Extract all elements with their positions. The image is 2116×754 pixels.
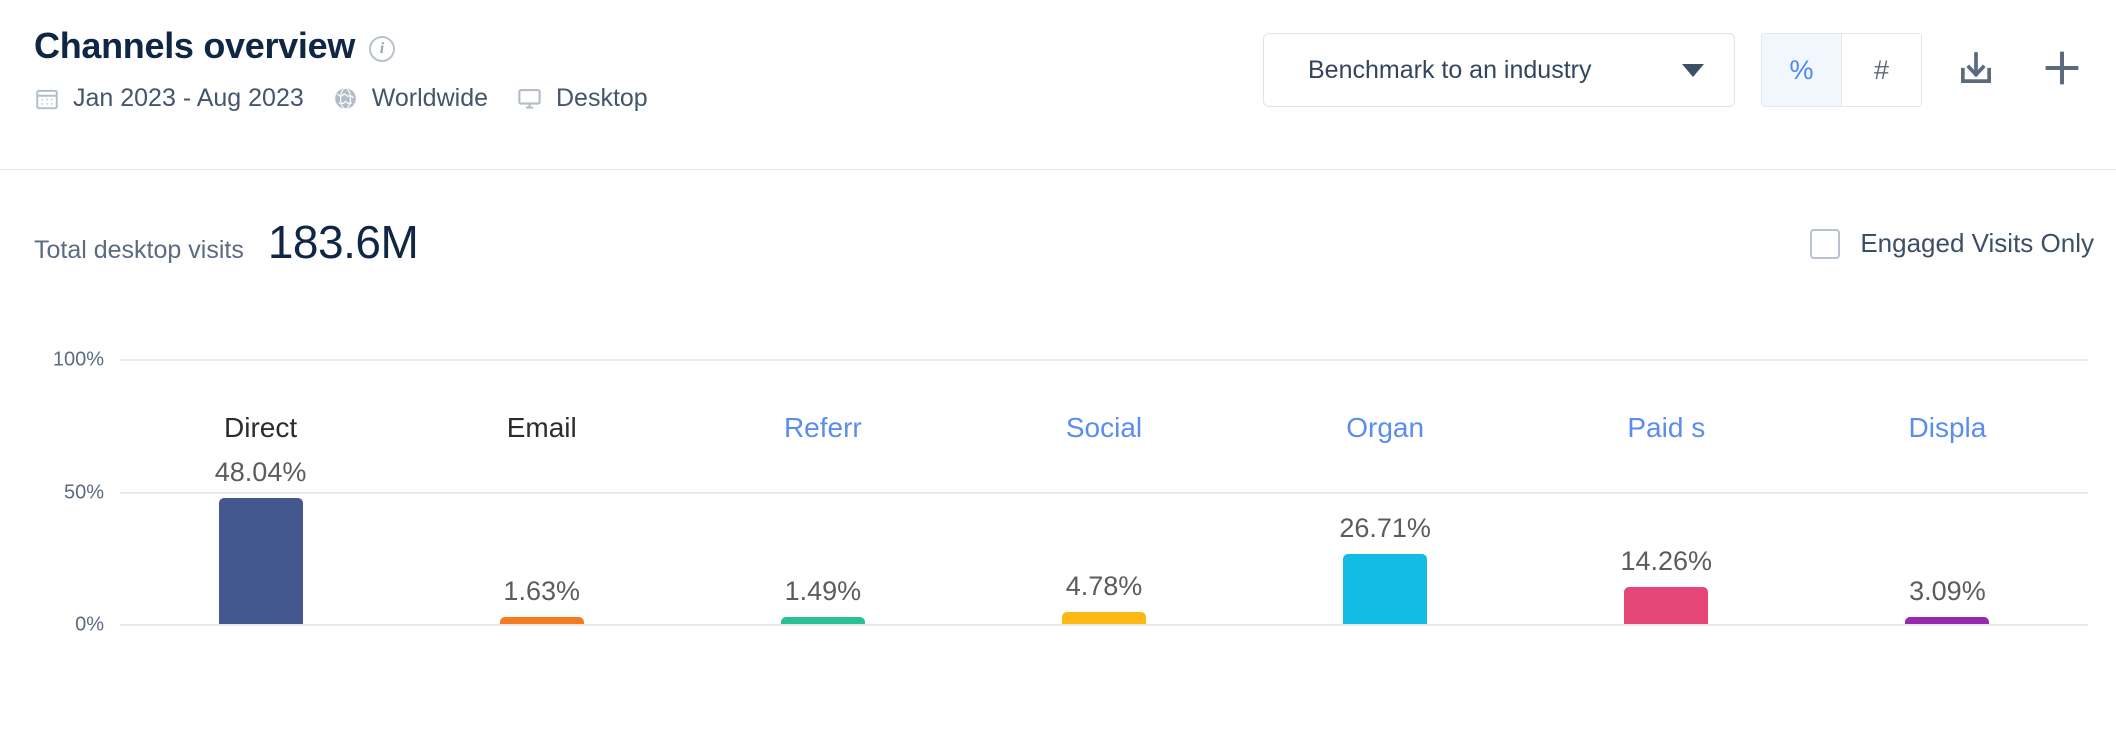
unit-toggle-group: % #	[1761, 33, 1922, 107]
total-visits-label: Total desktop visits	[34, 236, 244, 264]
chart-bar[interactable]	[1343, 554, 1428, 625]
plus-icon	[2039, 45, 2085, 96]
page-header: Channels overview i Jan 2023 - Aug 2023 …	[0, 0, 2116, 170]
breadcrumb: Jan 2023 - Aug 2023 Worldwide Desktop	[34, 84, 648, 113]
chart-category-label[interactable]: Organ	[1346, 412, 1424, 444]
chart-gridline	[120, 491, 2088, 494]
chart-bar-value-label: 1.63%	[503, 576, 580, 606]
desktop-icon	[516, 85, 543, 112]
chart-gridline	[120, 359, 2088, 361]
engaged-visits-toggle[interactable]: Engaged Visits Only	[1810, 228, 2094, 259]
benchmark-select-label: Benchmark to an industry	[1308, 55, 1592, 84]
benchmark-industry-select[interactable]: Benchmark to an industry	[1263, 33, 1735, 107]
channels-overview-page: Channels overview i Jan 2023 - Aug 2023 …	[0, 0, 2116, 754]
summary-row: Total desktop visits 183.6M	[34, 215, 419, 269]
calendar-icon	[34, 86, 60, 112]
header-left: Channels overview i Jan 2023 - Aug 2023 …	[34, 28, 648, 113]
chart-bar-value-label: 48.04%	[214, 456, 307, 487]
chart-bar-value-label: 14.26%	[1620, 546, 1713, 577]
chart-bar-value-label: 3.09%	[1909, 575, 1986, 606]
device-chip[interactable]: Desktop	[516, 84, 648, 113]
title-row: Channels overview i	[34, 28, 648, 64]
add-button[interactable]	[2030, 38, 2094, 102]
chart-bar[interactable]	[1624, 587, 1709, 625]
chart-category-label: Direct	[224, 412, 298, 443]
engaged-visits-label: Engaged Visits Only	[1860, 228, 2094, 258]
globe-icon	[332, 85, 359, 112]
y-axis-tick-label: 50%	[63, 481, 104, 503]
region-chip[interactable]: Worldwide	[332, 84, 488, 113]
download-icon	[1955, 47, 1997, 94]
chart-bar-value-label: 1.49%	[784, 576, 862, 606]
chart-bar[interactable]	[218, 497, 303, 625]
chevron-down-icon	[1682, 63, 1704, 77]
chart-gridline	[120, 624, 2088, 626]
channels-bar-chart: 48.04% Direct 1.63% Email 1.49% Referr 4.78% So…	[0, 330, 2116, 754]
toggle-number-button[interactable]: #	[1842, 34, 1921, 106]
chart-bar-value-label: 26.71%	[1339, 513, 1431, 544]
download-button[interactable]	[1944, 38, 2008, 102]
device-label: Desktop	[556, 84, 648, 112]
total-visits-value: 183.6M	[267, 216, 419, 268]
toggle-percent-button[interactable]: %	[1762, 34, 1841, 106]
page-title: Channels overview	[34, 25, 356, 66]
y-axis-tick-label: 100%	[52, 348, 104, 371]
chart-category-label[interactable]: Paid s	[1627, 412, 1705, 444]
chart-plot-area: 48.04% Direct 1.63% Email 1.49% Referr 4.78% So…	[53, 349, 2088, 636]
engaged-visits-checkbox[interactable]	[1810, 228, 1841, 259]
date-range-chip[interactable]: Jan 2023 - Aug 2023	[34, 84, 304, 113]
chart-category-label[interactable]: Referr	[784, 412, 862, 444]
header-controls: Benchmark to an industry % #	[1263, 33, 2094, 107]
chart-bar-value-label: 4.78%	[1065, 571, 1143, 602]
chart-category-label[interactable]: Social	[1066, 412, 1142, 444]
date-range-label: Jan 2023 - Aug 2023	[73, 84, 304, 112]
y-axis-tick-label: 0%	[75, 613, 104, 636]
region-label: Worldwide	[371, 84, 488, 112]
chart-category-label: Email	[506, 412, 577, 443]
chart-category-label[interactable]: Displa	[1909, 412, 1987, 444]
info-icon[interactable]: i	[369, 35, 396, 62]
